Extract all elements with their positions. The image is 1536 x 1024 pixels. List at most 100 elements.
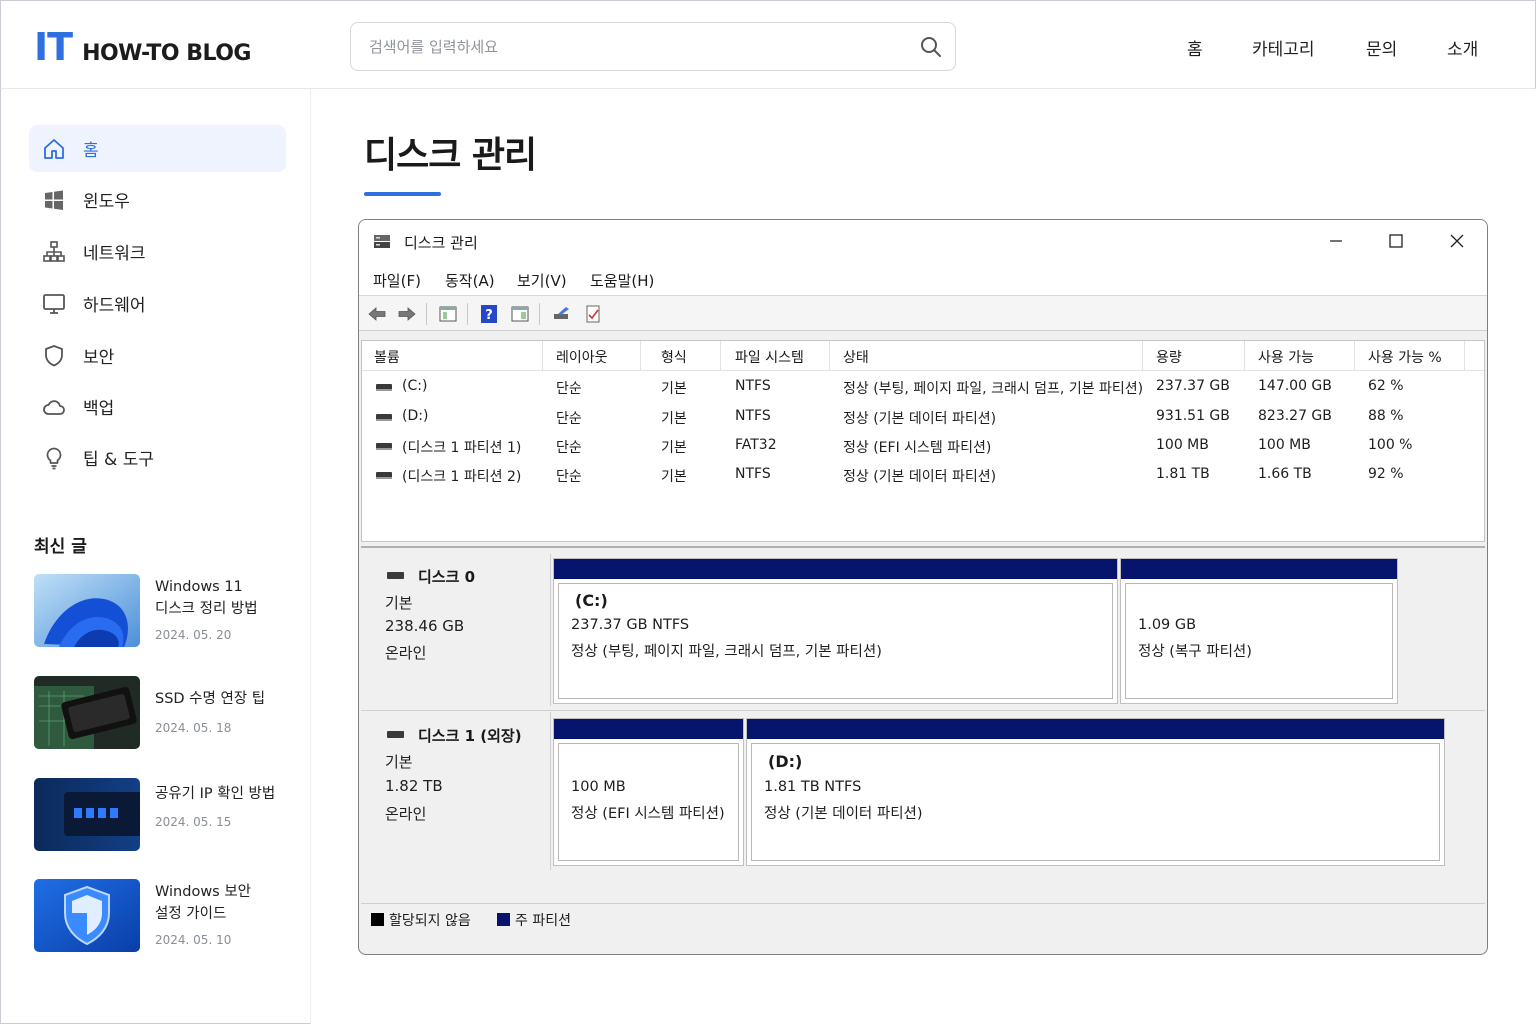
column-header-filesystem[interactable]: 파일 시스템 [735, 347, 804, 367]
minimize-icon[interactable] [1325, 230, 1347, 252]
sidebar-item-windows[interactable]: 윈도우 [29, 176, 286, 223]
partition-d[interactable]: (D:) 1.81 TB NTFS 정상 (기본 데이터 파티션) [746, 718, 1445, 866]
home-icon [44, 139, 64, 159]
legend-swatch-primary [497, 913, 510, 926]
forward-arrow-icon[interactable] [397, 304, 417, 324]
menu-file[interactable]: 파일(F) [373, 270, 421, 291]
topnav-about[interactable]: 소개 [1447, 35, 1478, 60]
table-row[interactable]: (디스크 1 파티션 1) 단순 기본 FAT32 정상 (EFI 시스템 파티… [362, 432, 1484, 461]
sidebar-item-network[interactable]: 네트워크 [29, 228, 286, 275]
primary-partition-bar [554, 559, 1117, 579]
search-input[interactable] [369, 35, 909, 59]
recent-post[interactable]: Windows 11 디스크 정리 방법 2024. 05. 20 [34, 574, 294, 649]
checklist-icon[interactable] [583, 304, 603, 324]
sidebar: 홈 윈도우 네트워크 하드웨어 보안 백업 팁 & 도구 최신 글 Window… [0, 89, 311, 1024]
partition-recovery[interactable]: 1.09 GB 정상 (복구 파티션) [1120, 558, 1398, 704]
post-thumbnail [34, 879, 140, 952]
legend: 할당되지 않음 주 파티션 [361, 903, 1485, 933]
post-date: 2024. 05. 10 [155, 933, 232, 947]
drive-icon [376, 414, 392, 421]
title-underline [364, 192, 441, 196]
partition-efi[interactable]: 100 MB 정상 (EFI 시스템 파티션) [553, 718, 744, 866]
sidebar-item-label: 백업 [83, 399, 115, 419]
recent-post[interactable]: 공유기 IP 확인 방법 2024. 05. 15 [34, 778, 294, 853]
site-header: IT HOW-TO BLOG 홈 카테고리 문의 소개 [0, 0, 1536, 89]
sidebar-item-label: 보안 [83, 348, 115, 368]
column-header-layout[interactable]: 레이아웃 [556, 347, 608, 367]
column-header-volume[interactable]: 볼륨 [374, 347, 400, 367]
post-thumbnail [34, 676, 140, 749]
post-title: Windows 11 디스크 정리 방법 [155, 579, 258, 617]
sidebar-item-tips[interactable]: 팁 & 도구 [29, 434, 286, 481]
column-header-capacity[interactable]: 용량 [1156, 347, 1182, 367]
recent-post[interactable]: SSD 수명 연장 팁 2024. 05. 18 [34, 676, 294, 751]
column-header-type[interactable]: 형식 [661, 347, 687, 367]
search-icon[interactable] [919, 35, 943, 59]
column-header-free[interactable]: 사용 가능 [1258, 347, 1314, 367]
disk-icon [387, 731, 404, 738]
sidebar-item-hardware[interactable]: 하드웨어 [29, 280, 286, 327]
legend-label-unallocated: 할당되지 않음 [389, 913, 471, 929]
connect-disk-icon[interactable] [552, 304, 572, 324]
post-title: SSD 수명 연장 팁 [155, 691, 266, 707]
lightbulb-icon [46, 447, 62, 470]
menu-bar: 파일(F) 동작(A) 보기(V) 도움말(H) [359, 262, 1487, 296]
windows-icon [45, 190, 63, 210]
post-title: 공유기 IP 확인 방법 [155, 786, 276, 802]
menu-view[interactable]: 보기(V) [517, 270, 567, 291]
search-box [350, 22, 956, 71]
site-logo[interactable]: IT HOW-TO BLOG [34, 25, 251, 69]
disk-map: 디스크 0 기본 238.46 GB 온라인 (C:) 237.37 GB NT… [361, 546, 1485, 905]
primary-partition-bar [554, 719, 743, 739]
primary-partition-bar [1121, 559, 1397, 579]
table-row[interactable]: (디스크 1 파티션 2) 단순 기본 NTFS 정상 (기본 데이터 파티션)… [362, 461, 1484, 490]
cloud-icon [43, 400, 65, 415]
post-date: 2024. 05. 18 [155, 721, 232, 735]
properties-view-icon[interactable] [510, 304, 530, 324]
toolbar: ? [359, 296, 1487, 331]
disk-label-1[interactable]: 디스크 1 (외장) 기본 1.82 TB 온라인 [361, 712, 551, 870]
post-date: 2024. 05. 15 [155, 815, 232, 829]
column-header-free-percent[interactable]: 사용 가능 % [1368, 347, 1442, 367]
volume-list-header: 볼륨 레이아웃 형식 파일 시스템 상태 용량 사용 가능 사용 가능 % [362, 341, 1484, 371]
recent-posts-title: 최신 글 [34, 537, 87, 557]
disk-management-icon [374, 235, 390, 248]
post-thumbnail [34, 574, 140, 647]
window-titlebar[interactable]: 디스크 관리 [359, 220, 1487, 262]
console-tree-icon[interactable] [438, 304, 458, 324]
monitor-icon [43, 294, 65, 314]
sidebar-item-home[interactable]: 홈 [29, 125, 286, 172]
sidebar-item-label: 윈도우 [83, 192, 130, 212]
close-icon[interactable] [1446, 230, 1468, 252]
drive-icon [376, 472, 392, 479]
legend-label-primary: 주 파티션 [515, 913, 571, 929]
menu-action[interactable]: 동작(A) [445, 270, 495, 291]
svg-text:?: ? [485, 308, 493, 323]
back-arrow-icon[interactable] [367, 304, 387, 324]
partition-c[interactable]: (C:) 237.37 GB NTFS 정상 (부팅, 페이지 파일, 크래시 … [553, 558, 1118, 704]
sidebar-item-security[interactable]: 보안 [29, 332, 286, 379]
sidebar-item-label: 하드웨어 [83, 296, 146, 316]
table-row[interactable]: (C:) 단순 기본 NTFS 정상 (부팅, 페이지 파일, 크래시 덤프, … [362, 373, 1484, 402]
disk-management-window: 디스크 관리 파일(F) 동작(A) 보기(V) 도움말(H) ? 볼륨 레이아… [358, 219, 1488, 955]
help-icon[interactable]: ? [479, 304, 499, 324]
sidebar-item-label: 홈 [83, 141, 99, 161]
drive-icon [376, 443, 392, 450]
sidebar-item-label: 팁 & 도구 [83, 450, 154, 470]
post-thumbnail [34, 778, 140, 851]
topnav-category[interactable]: 카테고리 [1252, 35, 1315, 60]
disk-icon [387, 572, 404, 579]
topnav-home[interactable]: 홈 [1187, 35, 1203, 60]
logo-text: HOW-TO BLOG [82, 41, 251, 66]
disk-label-0[interactable]: 디스크 0 기본 238.46 GB 온라인 [361, 554, 551, 706]
legend-swatch-unallocated [371, 913, 384, 926]
column-header-status[interactable]: 상태 [843, 347, 869, 367]
maximize-icon[interactable] [1385, 230, 1407, 252]
volume-list: 볼륨 레이아웃 형식 파일 시스템 상태 용량 사용 가능 사용 가능 % (C… [361, 340, 1485, 542]
recent-post[interactable]: Windows 보안 설정 가이드 2024. 05. 10 [34, 879, 294, 954]
sidebar-item-backup[interactable]: 백업 [29, 383, 286, 430]
menu-help[interactable]: 도움말(H) [590, 270, 654, 291]
table-row[interactable]: (D:) 단순 기본 NTFS 정상 (기본 데이터 파티션) 931.51 G… [362, 403, 1484, 432]
primary-partition-bar [747, 719, 1444, 739]
topnav-contact[interactable]: 문의 [1366, 35, 1397, 60]
